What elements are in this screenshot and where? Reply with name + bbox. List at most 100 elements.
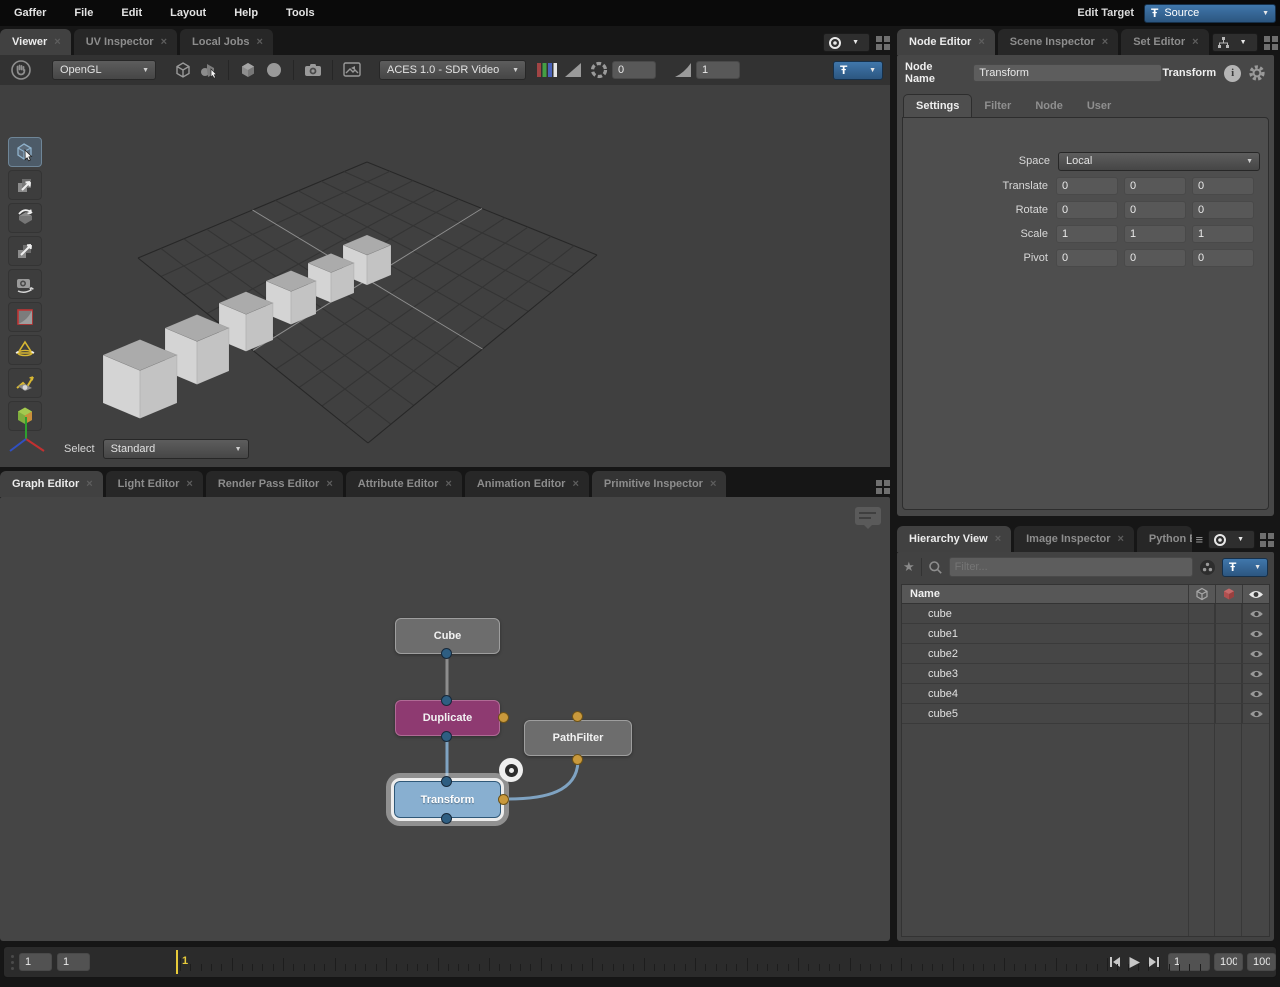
playback-end-field[interactable] bbox=[1247, 953, 1276, 971]
section-user[interactable]: User bbox=[1075, 95, 1123, 118]
row-cube2[interactable]: cube2 bbox=[902, 644, 1269, 664]
close-icon[interactable]: × bbox=[256, 36, 262, 48]
tab-set-editor[interactable]: Set Editor × bbox=[1121, 29, 1209, 55]
shading-sphere-icon[interactable] bbox=[261, 58, 287, 82]
port-pathfilter-out[interactable] bbox=[572, 754, 583, 765]
overflow-menu-icon[interactable]: ≡ bbox=[1195, 532, 1203, 547]
tool-scale[interactable] bbox=[8, 236, 42, 266]
tab-uv-inspector[interactable]: UV Inspector × bbox=[73, 29, 178, 55]
tab-node-editor[interactable]: Node Editor × bbox=[897, 29, 995, 55]
hierarchy-filter-input[interactable] bbox=[948, 557, 1193, 577]
rotate-x-field[interactable] bbox=[1056, 201, 1118, 219]
tab-graph-editor[interactable]: Graph Editor × bbox=[0, 471, 103, 497]
pan-hand-icon[interactable] bbox=[8, 58, 34, 82]
frame-start-field[interactable] bbox=[19, 953, 52, 971]
layout-grid-icon[interactable] bbox=[876, 35, 890, 50]
close-icon[interactable]: × bbox=[326, 478, 332, 490]
tab-attribute-editor[interactable]: Attribute Editor × bbox=[345, 471, 462, 497]
pivot-y-field[interactable] bbox=[1124, 249, 1186, 267]
row-cube4[interactable]: cube4 bbox=[902, 684, 1269, 704]
node-name-field[interactable] bbox=[973, 64, 1163, 82]
close-icon[interactable]: × bbox=[1102, 36, 1108, 48]
play-icon[interactable] bbox=[1128, 956, 1141, 969]
layout-grid-icon[interactable] bbox=[1260, 532, 1274, 547]
menu-gaffer[interactable]: Gaffer bbox=[0, 7, 60, 19]
gamma-field[interactable] bbox=[696, 61, 740, 79]
translate-y-field[interactable] bbox=[1124, 177, 1186, 195]
close-icon[interactable]: × bbox=[445, 478, 451, 490]
close-icon[interactable]: × bbox=[161, 36, 167, 48]
timeline-ruler[interactable]: 1 bbox=[90, 947, 1201, 977]
viewer-focus-menu-button[interactable]: ▼ bbox=[823, 33, 870, 52]
skip-to-start-icon[interactable] bbox=[1109, 956, 1121, 968]
tool-crop-window[interactable] bbox=[8, 302, 42, 332]
exclusions-column-header[interactable] bbox=[1215, 585, 1242, 603]
close-icon[interactable]: × bbox=[86, 478, 92, 490]
shading-solid-cube-icon[interactable] bbox=[235, 58, 261, 82]
port-duplicate-out[interactable] bbox=[441, 731, 452, 742]
scale-z-field[interactable] bbox=[1192, 225, 1254, 243]
close-icon[interactable]: × bbox=[995, 533, 1001, 545]
tab-python-editor[interactable]: Python Editor× bbox=[1136, 526, 1193, 552]
section-filter[interactable]: Filter bbox=[972, 95, 1023, 118]
close-icon[interactable]: × bbox=[710, 478, 716, 490]
viewport-3d[interactable]: Select Standard ▼ bbox=[0, 85, 890, 467]
port-transform-filter[interactable] bbox=[498, 794, 509, 805]
translate-z-field[interactable] bbox=[1192, 177, 1254, 195]
tab-image-inspector[interactable]: Image Inspector × bbox=[1014, 526, 1134, 552]
menu-tools[interactable]: Tools bbox=[272, 7, 329, 19]
row-cube5[interactable]: cube5 bbox=[902, 704, 1269, 724]
renderer-dropdown[interactable]: OpenGL ▼ bbox=[52, 60, 156, 80]
row-cube[interactable]: cube bbox=[902, 604, 1269, 624]
translate-x-field[interactable] bbox=[1056, 177, 1118, 195]
tab-local-jobs[interactable]: Local Jobs × bbox=[180, 29, 273, 55]
selection-mode-icon[interactable] bbox=[196, 58, 222, 82]
tool-light-cone[interactable] bbox=[8, 335, 42, 365]
close-icon[interactable]: × bbox=[186, 478, 192, 490]
menu-layout[interactable]: Layout bbox=[156, 7, 220, 19]
visibility-toggle[interactable] bbox=[1242, 604, 1269, 623]
render-pass-icon[interactable] bbox=[339, 58, 365, 82]
visibility-column-header[interactable] bbox=[1242, 585, 1269, 603]
tool-translate[interactable] bbox=[8, 170, 42, 200]
layout-grid-icon[interactable] bbox=[1263, 35, 1278, 50]
filter-options-icon[interactable] bbox=[1199, 559, 1216, 576]
aperture-icon[interactable] bbox=[586, 58, 612, 82]
playhead[interactable] bbox=[176, 950, 178, 974]
section-settings[interactable]: Settings bbox=[903, 94, 973, 118]
visibility-toggle[interactable] bbox=[1242, 684, 1269, 703]
port-transform-out[interactable] bbox=[441, 813, 452, 824]
end-frame-field[interactable] bbox=[1214, 953, 1243, 971]
port-duplicate-in[interactable] bbox=[441, 695, 452, 706]
close-icon[interactable]: × bbox=[978, 36, 984, 48]
layout-grid-icon[interactable] bbox=[876, 480, 890, 494]
pivot-x-field[interactable] bbox=[1056, 249, 1118, 267]
row-cube3[interactable]: cube3 bbox=[902, 664, 1269, 684]
shading-wireframe-icon[interactable] bbox=[170, 58, 196, 82]
tab-primitive-inspector[interactable]: Primitive Inspector × bbox=[591, 471, 727, 497]
port-duplicate-filter[interactable] bbox=[498, 712, 509, 723]
close-icon[interactable]: × bbox=[54, 36, 60, 48]
tool-light-bounce[interactable] bbox=[8, 368, 42, 398]
tool-rotate[interactable] bbox=[8, 203, 42, 233]
timeline-grip[interactable] bbox=[4, 954, 19, 970]
tab-scene-inspector[interactable]: Scene Inspector × bbox=[997, 29, 1119, 55]
bookmark-star-icon[interactable]: ★ bbox=[903, 559, 915, 575]
inclusions-column-header[interactable] bbox=[1188, 585, 1215, 603]
tab-viewer[interactable]: Viewer × bbox=[0, 29, 71, 55]
name-column-header[interactable]: Name bbox=[902, 588, 1188, 600]
hierarchy-focus-menu-button[interactable]: ▼ bbox=[1208, 530, 1255, 549]
gear-icon[interactable] bbox=[1248, 64, 1266, 82]
close-icon[interactable]: × bbox=[1117, 533, 1123, 545]
row-cube1[interactable]: cube1 bbox=[902, 624, 1269, 644]
current-frame-field[interactable] bbox=[57, 953, 90, 971]
focus-badge-icon[interactable] bbox=[499, 758, 523, 782]
pivot-z-field[interactable] bbox=[1192, 249, 1254, 267]
menu-edit[interactable]: Edit bbox=[107, 7, 156, 19]
visibility-toggle[interactable] bbox=[1242, 704, 1269, 723]
visibility-toggle[interactable] bbox=[1242, 624, 1269, 643]
visibility-toggle[interactable] bbox=[1242, 664, 1269, 683]
rotate-y-field[interactable] bbox=[1124, 201, 1186, 219]
port-pathfilter-in[interactable] bbox=[572, 711, 583, 722]
space-dropdown[interactable]: Local ▼ bbox=[1058, 151, 1260, 171]
